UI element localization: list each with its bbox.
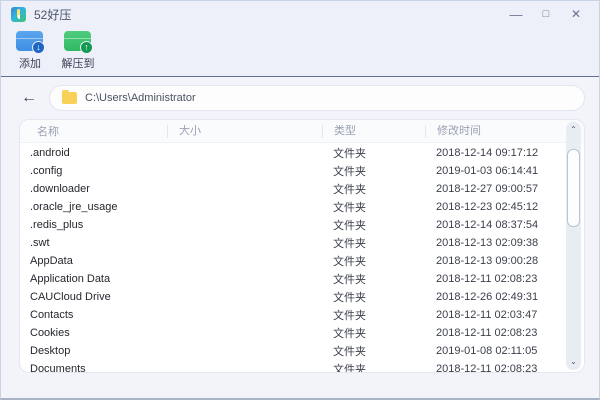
cell-modified: 2018-12-14 08:37:54 bbox=[436, 219, 539, 231]
cell-type: 文件夹 bbox=[333, 274, 366, 286]
scrollbar-thumb[interactable] bbox=[567, 149, 580, 227]
column-header-modified[interactable]: 修改时间 bbox=[425, 124, 584, 138]
maximize-button[interactable]: □ bbox=[533, 4, 559, 24]
extract-button-label: 解压到 bbox=[61, 58, 95, 70]
address-bar[interactable]: C:\Users\Administrator bbox=[49, 85, 585, 111]
cell-type: 文件夹 bbox=[333, 328, 366, 340]
cell-modified: 2018-12-23 02:45:12 bbox=[436, 201, 539, 213]
add-button-label: 添加 bbox=[19, 58, 41, 70]
table-row[interactable]: .oracle_jre_usage 文件夹 2018-12-23 02:45:12 bbox=[20, 198, 568, 216]
file-rows: .android 文件夹 2018-12-14 09:17:12 .config 文件夹… bbox=[20, 144, 568, 372]
column-header-size[interactable]: 大小 bbox=[167, 124, 322, 138]
table-row[interactable]: .redis_plus 文件夹 2018-12-14 08:37:54 bbox=[20, 216, 568, 234]
extract-to-button[interactable]: ↑ 解压到 bbox=[61, 29, 95, 71]
archive-extract-icon: ↑ bbox=[63, 29, 93, 54]
column-header-name[interactable]: 名称 bbox=[20, 123, 167, 139]
cell-name: .downloader bbox=[30, 183, 90, 195]
cell-modified: 2018-12-27 09:00:57 bbox=[436, 183, 539, 195]
back-button[interactable]: ← bbox=[21, 90, 37, 106]
app-logo-icon bbox=[11, 6, 26, 22]
cell-name: .oracle_jre_usage bbox=[30, 201, 118, 213]
archive-add-icon: ↓ bbox=[15, 29, 45, 54]
table-row[interactable]: .config 文件夹 2019-01-03 06:14:41 bbox=[20, 162, 568, 180]
scrollbar[interactable]: ⌃ ⌄ bbox=[566, 122, 581, 370]
toolbar: ↓ 添加 ↑ 解压到 bbox=[1, 27, 599, 77]
cell-type: 文件夹 bbox=[333, 202, 366, 214]
cell-type: 文件夹 bbox=[333, 220, 366, 232]
table-row[interactable]: Application Data 文件夹 2018-12-11 02:08:23 bbox=[20, 270, 568, 288]
cell-name: Documents bbox=[30, 363, 86, 373]
table-row[interactable]: Documents 文件夹 2018-12-11 02:08:23 bbox=[20, 360, 568, 373]
minimize-button[interactable]: — bbox=[503, 4, 529, 24]
cell-name: .redis_plus bbox=[30, 219, 84, 231]
address-path: C:\Users\Administrator bbox=[85, 92, 196, 104]
cell-modified: 2019-01-08 02:11:05 bbox=[436, 345, 538, 357]
table-row[interactable]: Contacts 文件夹 2018-12-11 02:03:47 bbox=[20, 306, 568, 324]
scroll-down-icon[interactable]: ⌄ bbox=[566, 355, 581, 369]
close-button[interactable]: ✕ bbox=[563, 4, 589, 24]
add-button[interactable]: ↓ 添加 bbox=[13, 29, 47, 71]
window-title: 52好压 bbox=[34, 7, 72, 22]
cell-modified: 2018-12-13 09:00:28 bbox=[436, 255, 539, 267]
table-row[interactable]: Cookies 文件夹 2018-12-11 02:08:23 bbox=[20, 324, 568, 342]
list-header: 名称 大小 类型 修改时间 bbox=[20, 120, 584, 143]
table-row[interactable]: CAUCloud Drive 文件夹 2018-12-26 02:49:31 bbox=[20, 288, 568, 306]
cell-type: 文件夹 bbox=[333, 364, 366, 373]
cell-type: 文件夹 bbox=[333, 166, 366, 178]
table-row[interactable]: AppData 文件夹 2018-12-13 09:00:28 bbox=[20, 252, 568, 270]
file-list-panel: 名称 大小 类型 修改时间 .android 文件夹 2018-12-14 09:1… bbox=[19, 119, 585, 373]
table-row[interactable]: .downloader 文件夹 2018-12-27 09:00:57 bbox=[20, 180, 568, 198]
navigation-bar: ← C:\Users\Administrator bbox=[1, 77, 599, 119]
cell-modified: 2018-12-11 02:08:23 bbox=[436, 273, 538, 285]
cell-modified: 2019-01-03 06:14:41 bbox=[436, 165, 539, 177]
cell-name: Cookies bbox=[30, 327, 70, 339]
cell-modified: 2018-12-26 02:49:31 bbox=[436, 291, 539, 303]
app-window: 52好压 — □ ✕ ↓ 添加 ↑ 解压到 ← C:\Users\Adminis… bbox=[0, 0, 600, 400]
cell-type: 文件夹 bbox=[333, 346, 366, 358]
cell-name: AppData bbox=[30, 255, 73, 267]
cell-type: 文件夹 bbox=[333, 310, 366, 322]
cell-type: 文件夹 bbox=[333, 238, 366, 250]
cell-modified: 2018-12-11 02:08:23 bbox=[436, 363, 538, 373]
cell-name: .config bbox=[30, 165, 63, 177]
column-header-type[interactable]: 类型 bbox=[322, 124, 425, 138]
folder-icon bbox=[62, 90, 77, 104]
cell-type: 文件夹 bbox=[333, 256, 366, 268]
cell-name: Application Data bbox=[30, 273, 111, 285]
cell-modified: 2018-12-11 02:03:47 bbox=[436, 309, 538, 321]
table-row[interactable]: .android 文件夹 2018-12-14 09:17:12 bbox=[20, 144, 568, 162]
cell-type: 文件夹 bbox=[333, 184, 366, 196]
scroll-up-icon[interactable]: ⌃ bbox=[566, 123, 581, 137]
cell-name: Desktop bbox=[30, 345, 71, 357]
cell-name: CAUCloud Drive bbox=[30, 291, 111, 303]
table-row[interactable]: Desktop 文件夹 2019-01-08 02:11:05 bbox=[20, 342, 568, 360]
window-controls: — □ ✕ bbox=[503, 4, 589, 24]
cell-modified: 2018-12-11 02:08:23 bbox=[436, 327, 538, 339]
cell-modified: 2018-12-14 09:17:12 bbox=[436, 147, 539, 159]
cell-name: .android bbox=[30, 147, 70, 159]
cell-type: 文件夹 bbox=[333, 148, 366, 160]
cell-modified: 2018-12-13 02:09:38 bbox=[436, 237, 539, 249]
table-row[interactable]: .swt 文件夹 2018-12-13 02:09:38 bbox=[20, 234, 568, 252]
titlebar: 52好压 — □ ✕ bbox=[1, 1, 599, 27]
cell-name: .swt bbox=[30, 237, 50, 249]
cell-name: Contacts bbox=[30, 309, 74, 321]
cell-type: 文件夹 bbox=[333, 292, 366, 304]
